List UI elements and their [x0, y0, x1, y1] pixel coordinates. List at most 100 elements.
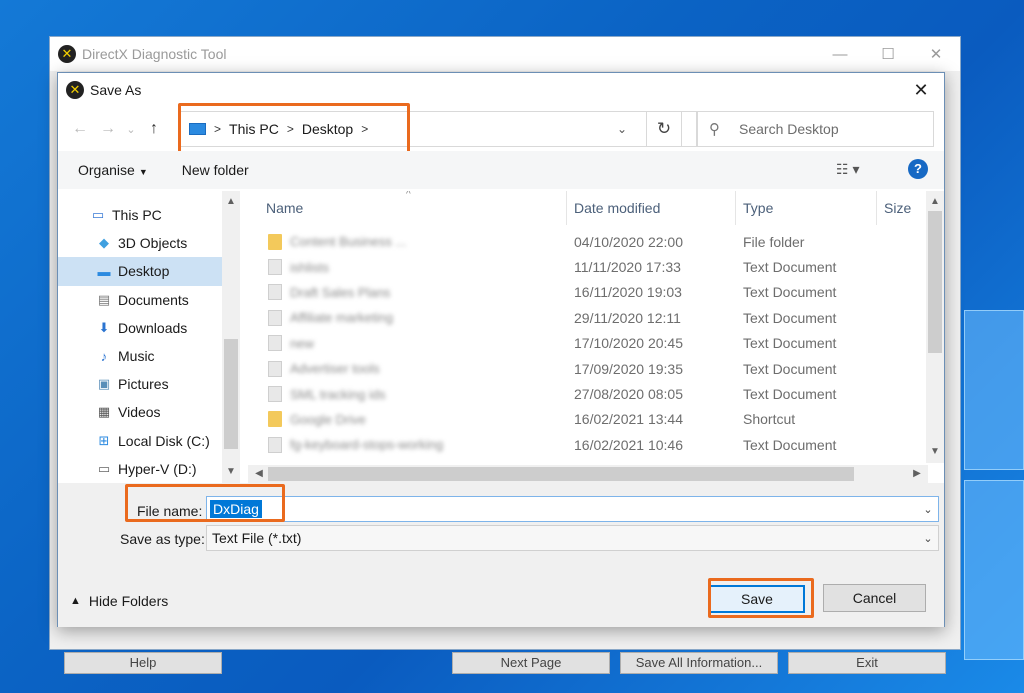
- column-name[interactable]: Name: [266, 200, 303, 216]
- up-arrow-icon[interactable]: ↑: [140, 120, 168, 138]
- address-bar[interactable]: > This PC > Desktop > ⌄: [178, 111, 698, 147]
- file-row[interactable]: Google Drive 16/02/2021 13:44 Shortcut: [248, 407, 944, 432]
- breadcrumb-desktop[interactable]: Desktop: [302, 121, 353, 137]
- sidebar-item-music[interactable]: ♪ Music: [58, 342, 222, 370]
- hide-folders-label: Hide Folders: [88, 593, 169, 609]
- file-row[interactable]: ishlists 11/11/2020 17:33 Text Document: [248, 254, 944, 279]
- desktop-icon: ▬: [97, 263, 111, 279]
- column-header-row: ^ Name Date modified Type Size: [248, 191, 944, 225]
- sidebar-item-local-disk[interactable]: ⊞ Local Disk (C:): [58, 427, 222, 455]
- file-row[interactable]: Advertiser tools 17/09/2020 19:35 Text Doc…: [248, 356, 944, 381]
- save-button[interactable]: Save: [709, 585, 805, 613]
- search-input[interactable]: [739, 121, 929, 137]
- dialog-title: Save As: [90, 82, 142, 98]
- sidebar-item-label: This PC: [112, 207, 162, 224]
- column-type[interactable]: Type: [743, 200, 773, 216]
- help-button[interactable]: Help: [64, 652, 222, 674]
- minimize-icon[interactable]: —: [816, 37, 864, 71]
- help-icon[interactable]: ?: [908, 159, 928, 179]
- file-date: 16/11/2020 19:03: [574, 284, 682, 301]
- column-divider[interactable]: [735, 191, 736, 225]
- file-list-vertical-scrollbar[interactable]: ▲ ▼: [926, 191, 944, 463]
- text-file-icon: [268, 335, 282, 352]
- save-as-type-select[interactable]: Text File (*.txt) ⌄: [206, 525, 939, 551]
- sidebar-item-desktop[interactable]: ▬ Desktop: [58, 257, 222, 286]
- sidebar-item-label: Hyper-V (D:): [118, 460, 197, 477]
- chevron-down-icon[interactable]: ⌄: [918, 532, 938, 545]
- file-name-input[interactable]: DxDiag: [210, 500, 262, 518]
- scrollbar-thumb[interactable]: [224, 339, 238, 449]
- back-arrow-icon[interactable]: ←: [66, 120, 94, 138]
- recent-locations-icon[interactable]: ⌄: [122, 123, 140, 136]
- scroll-right-icon[interactable]: ▶: [908, 465, 926, 483]
- sidebar-item-downloads[interactable]: ⬇ Downloads: [58, 314, 222, 342]
- chevron-right-icon[interactable]: >: [287, 122, 294, 136]
- cube-icon: ◆: [99, 235, 109, 251]
- file-name: Advertiser tools: [290, 361, 380, 377]
- sidebar-item-this-pc[interactable]: ▭ This PC: [58, 201, 222, 229]
- file-name-field[interactable]: DxDiag ⌄: [206, 496, 939, 522]
- sidebar-item-label: 3D Objects: [118, 235, 188, 252]
- sidebar-item-hyper-v[interactable]: ▭ Hyper-V (D:): [58, 455, 222, 483]
- forward-arrow-icon[interactable]: →: [94, 120, 122, 138]
- text-file-icon: [268, 360, 282, 377]
- maximize-icon[interactable]: ☐: [864, 37, 912, 71]
- scroll-down-icon[interactable]: ▼: [926, 443, 944, 461]
- computer-icon: ▭: [91, 207, 105, 223]
- sidebar-scrollbar[interactable]: ▲ ▼: [222, 191, 240, 483]
- close-icon[interactable]: ✕: [898, 73, 944, 107]
- chevron-down-icon[interactable]: ⌄: [607, 122, 637, 136]
- file-row[interactable]: SML tracking ids 27/08/2020 08:05 Text Doc…: [248, 381, 944, 406]
- sidebar-item-documents[interactable]: ▤ Documents: [58, 286, 222, 314]
- hide-folders-button[interactable]: ▲ Hide Folders: [70, 593, 168, 609]
- file-date: 17/10/2020 20:45: [574, 335, 683, 352]
- file-row[interactable]: Affiliate marketing 29/11/2020 12:11 Text …: [248, 305, 944, 330]
- file-row[interactable]: fg-keyboard-stops-working 16/02/2021 10:4…: [248, 432, 944, 457]
- folder-icon: [268, 233, 282, 250]
- scroll-left-icon[interactable]: ◀: [250, 465, 268, 483]
- exit-button[interactable]: Exit: [788, 652, 946, 674]
- chevron-up-icon: ▲: [70, 595, 81, 607]
- scrollbar-thumb[interactable]: [268, 467, 854, 481]
- cancel-button[interactable]: Cancel: [823, 584, 926, 612]
- file-type: Text Document: [743, 284, 837, 301]
- column-size[interactable]: Size: [884, 200, 911, 216]
- scroll-up-icon[interactable]: ▲: [926, 193, 944, 211]
- new-folder-button[interactable]: New folder: [182, 162, 249, 178]
- organise-button[interactable]: Organise ▼: [78, 162, 148, 178]
- column-divider[interactable]: [876, 191, 877, 225]
- sidebar-item-3d-objects[interactable]: ◆ 3D Objects: [58, 229, 222, 257]
- file-name: fg-keyboard-stops-working: [290, 437, 444, 453]
- close-icon[interactable]: ✕: [912, 37, 960, 71]
- navigation-bar: ← → ⌄ ↑ > This PC > Desktop > ⌄ ↻ ⚲: [58, 103, 944, 155]
- view-options-icon[interactable]: ☷ ▾: [836, 161, 859, 178]
- file-name: Google Drive: [290, 411, 366, 427]
- file-name: SML tracking ids: [290, 386, 386, 402]
- refresh-icon[interactable]: ↻: [646, 111, 682, 147]
- chevron-down-icon[interactable]: ⌄: [918, 503, 938, 516]
- scrollbar-thumb[interactable]: [928, 211, 942, 353]
- file-list-horizontal-scrollbar[interactable]: ◀ ▶: [248, 465, 928, 483]
- scroll-down-icon[interactable]: ▼: [222, 463, 240, 481]
- file-type: Text Document: [743, 309, 837, 326]
- chevron-right-icon[interactable]: >: [361, 122, 368, 136]
- directx-title: DirectX Diagnostic Tool: [82, 46, 227, 62]
- sidebar-item-label: Videos: [118, 404, 161, 421]
- file-row[interactable]: new 17/10/2020 20:45 Text Document: [248, 331, 944, 356]
- breadcrumb-this-pc[interactable]: This PC: [229, 121, 279, 137]
- scroll-up-icon[interactable]: ▲: [222, 193, 240, 211]
- save-all-information-button[interactable]: Save All Information...: [620, 652, 778, 674]
- sidebar-item-label: Local Disk (C:): [118, 432, 210, 449]
- file-date: 11/11/2020 17:33: [574, 259, 681, 276]
- directx-titlebar: ✕ DirectX Diagnostic Tool — ☐ ✕: [50, 37, 960, 71]
- column-date-modified[interactable]: Date modified: [574, 200, 660, 216]
- column-divider[interactable]: [566, 191, 567, 225]
- search-box[interactable]: ⚲: [696, 111, 934, 147]
- file-row[interactable]: Content Business ... 04/10/2020 22:00 File…: [248, 229, 944, 254]
- file-name: Affiliate marketing: [290, 310, 394, 326]
- sidebar-item-videos[interactable]: ▦ Videos: [58, 398, 222, 426]
- chevron-right-icon[interactable]: >: [214, 122, 221, 136]
- file-row[interactable]: Draft Sales Plans 16/11/2020 19:03 Text Do…: [248, 280, 944, 305]
- sidebar-item-pictures[interactable]: ▣ Pictures: [58, 370, 222, 398]
- next-page-button[interactable]: Next Page: [452, 652, 610, 674]
